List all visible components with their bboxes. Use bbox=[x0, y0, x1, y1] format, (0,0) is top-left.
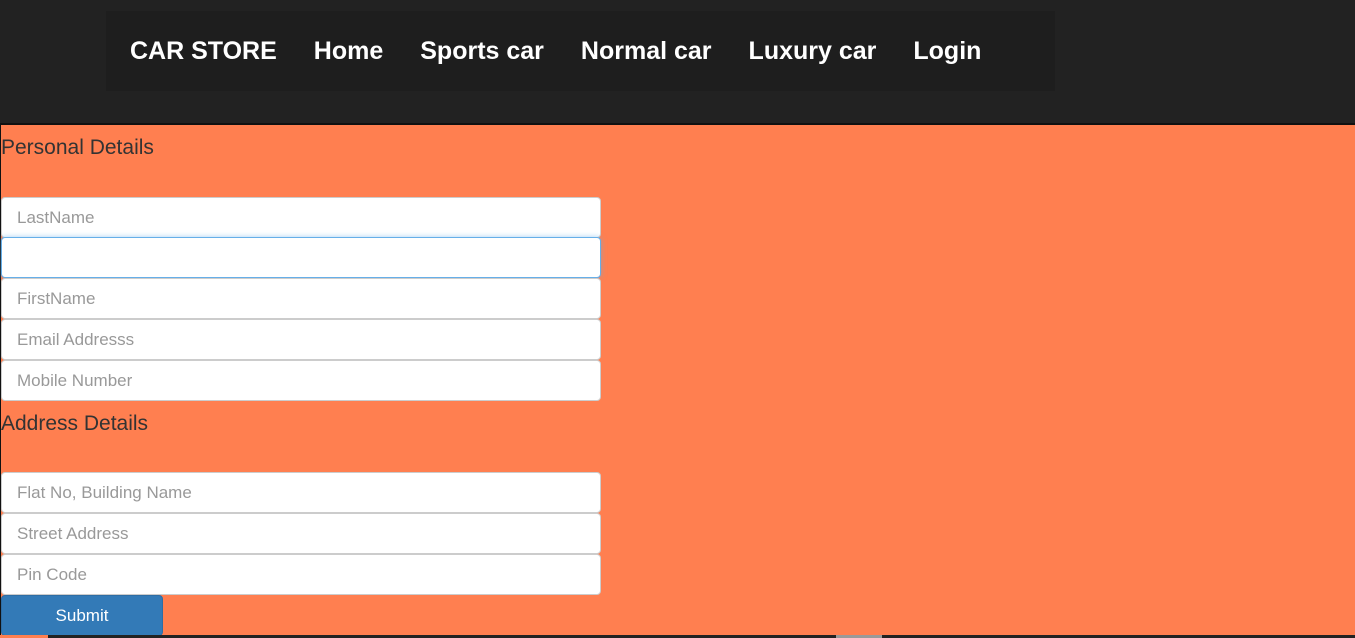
mobile-number-input[interactable] bbox=[1, 360, 601, 401]
nav-normal-car-link[interactable]: Normal car bbox=[581, 37, 712, 66]
nav-sports-car-link[interactable]: Sports car bbox=[420, 37, 544, 66]
top-header: CAR STORE Home Sports car Normal car Lux… bbox=[0, 0, 1355, 125]
flat-building-input[interactable] bbox=[1, 472, 601, 513]
lastname-input[interactable] bbox=[1, 197, 601, 238]
email-input[interactable] bbox=[1, 319, 601, 360]
nav-luxury-car-link[interactable]: Luxury car bbox=[749, 37, 877, 66]
middle-name-input[interactable] bbox=[1, 237, 601, 278]
navbar: CAR STORE Home Sports car Normal car Lux… bbox=[106, 11, 1055, 91]
street-address-input[interactable] bbox=[1, 513, 601, 554]
firstname-input[interactable] bbox=[1, 278, 601, 319]
personal-details-heading: Personal Details bbox=[1, 136, 154, 159]
nav-login-link[interactable]: Login bbox=[913, 37, 981, 66]
registration-form: Personal Details Address Details Submit bbox=[0, 125, 1355, 636]
brand-link[interactable]: CAR STORE bbox=[130, 37, 277, 66]
address-details-heading: Address Details bbox=[1, 412, 149, 435]
nav-home-link[interactable]: Home bbox=[314, 37, 383, 66]
pin-code-input[interactable] bbox=[1, 554, 601, 595]
submit-button[interactable]: Submit bbox=[1, 595, 163, 636]
